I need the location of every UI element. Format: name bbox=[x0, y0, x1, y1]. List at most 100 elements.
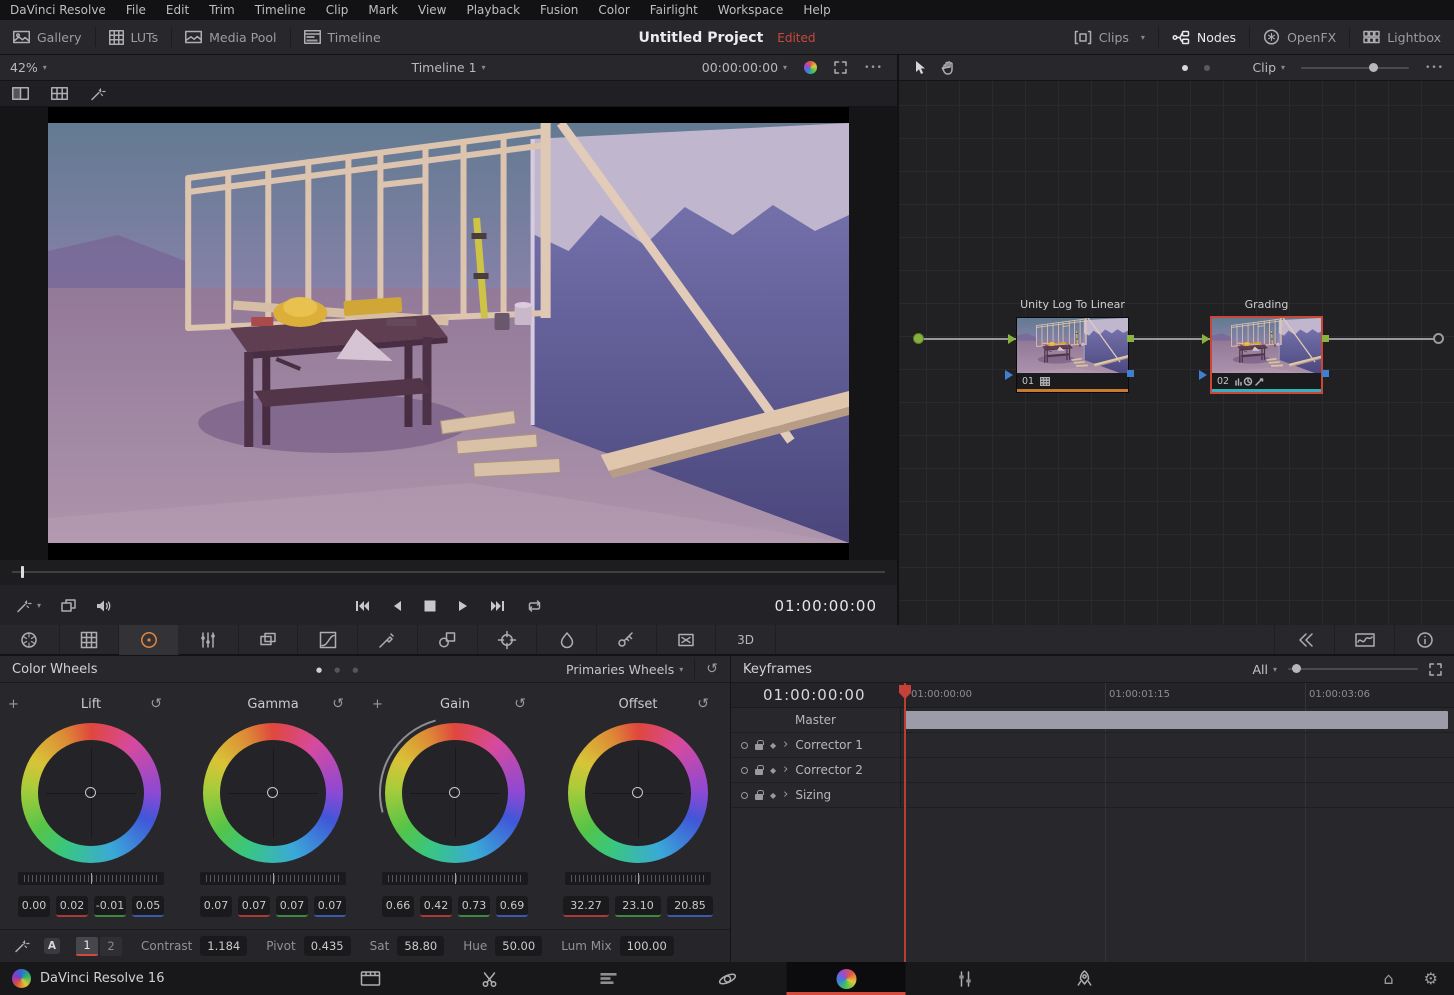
scopes-icon[interactable] bbox=[1334, 625, 1394, 655]
node-level-select[interactable]: Clip ▾ bbox=[1252, 60, 1285, 75]
keyframe-diamond-icon[interactable]: ◆ bbox=[770, 766, 776, 775]
reset-icon[interactable]: ↺ bbox=[697, 696, 709, 712]
node-01-key-output[interactable] bbox=[1127, 370, 1134, 377]
node-tree-output-port[interactable] bbox=[1433, 333, 1444, 344]
page-fusion[interactable] bbox=[668, 962, 787, 995]
wheel-indicator[interactable] bbox=[632, 787, 643, 798]
source-input-port[interactable] bbox=[913, 333, 924, 344]
node-01-rgb-input[interactable] bbox=[1008, 334, 1016, 344]
crosshair-icon[interactable]: + bbox=[8, 697, 19, 712]
page-dot[interactable]: ● bbox=[334, 666, 340, 674]
luts-button[interactable]: LUTs bbox=[96, 20, 172, 55]
motion-effects-tool[interactable] bbox=[239, 625, 299, 655]
pointer-tool-icon[interactable] bbox=[915, 60, 927, 75]
skip-end-button[interactable] bbox=[490, 599, 505, 613]
grid-view-icon[interactable] bbox=[51, 87, 68, 100]
keyframe-diamond-icon[interactable]: ◆ bbox=[770, 741, 776, 750]
page-dot[interactable]: ● bbox=[352, 666, 358, 674]
gamma-value-g[interactable]: 0.07 bbox=[276, 896, 308, 917]
gain-value-g[interactable]: 0.73 bbox=[458, 896, 490, 917]
menu-trim[interactable]: Trim bbox=[199, 0, 245, 20]
media-pool-button[interactable]: Media Pool bbox=[172, 20, 289, 55]
keyframes-zoom-slider[interactable] bbox=[1288, 668, 1418, 670]
openfx-button[interactable]: OpenFX bbox=[1250, 20, 1349, 55]
more-options-icon[interactable]: ••• bbox=[864, 63, 883, 73]
lift-color-wheel[interactable] bbox=[21, 723, 161, 863]
node-zoom-slider[interactable] bbox=[1301, 67, 1409, 69]
adjust-page-2-tab[interactable]: 2 bbox=[100, 937, 122, 956]
keyframe-diamond-icon[interactable]: ◆ bbox=[770, 791, 776, 800]
sizing-tool[interactable] bbox=[657, 625, 717, 655]
expand-track-icon[interactable]: › bbox=[783, 790, 788, 800]
page-dot-active[interactable]: ● bbox=[316, 666, 322, 674]
node-zoom-knob[interactable] bbox=[1369, 63, 1378, 72]
node-01-rgb-output[interactable] bbox=[1127, 335, 1134, 342]
lock-icon[interactable] bbox=[755, 794, 763, 800]
viewer-zoom-select[interactable]: 42% ▾ bbox=[0, 60, 47, 75]
history-reset-icon[interactable]: ↺ bbox=[706, 661, 718, 677]
lift-value-y[interactable]: 0.00 bbox=[18, 896, 50, 917]
menu-fusion[interactable]: Fusion bbox=[530, 0, 588, 20]
more-options-icon[interactable]: ••• bbox=[1425, 63, 1444, 73]
curves-tool[interactable] bbox=[298, 625, 358, 655]
scrub-track[interactable] bbox=[12, 571, 885, 573]
menu-view[interactable]: View bbox=[408, 0, 456, 20]
sat-value[interactable]: 58.80 bbox=[397, 936, 444, 956]
node-view-dot-active[interactable] bbox=[1182, 65, 1188, 71]
keyframe-track-master[interactable]: Master bbox=[731, 708, 1454, 733]
offset-master-slider[interactable] bbox=[565, 872, 711, 885]
gain-value-r[interactable]: 0.42 bbox=[420, 896, 452, 917]
menu-file[interactable]: File bbox=[116, 0, 156, 20]
blur-tool[interactable] bbox=[537, 625, 597, 655]
menu-timeline[interactable]: Timeline bbox=[245, 0, 316, 20]
key-tool[interactable] bbox=[597, 625, 657, 655]
gamma-value-r[interactable]: 0.07 bbox=[238, 896, 270, 917]
timeline-button[interactable]: Timeline bbox=[291, 20, 394, 55]
page-edit[interactable] bbox=[549, 962, 668, 995]
track-enable-icon[interactable] bbox=[741, 767, 748, 774]
keyframes-zoom-knob[interactable] bbox=[1292, 664, 1301, 673]
menu-clip[interactable]: Clip bbox=[316, 0, 359, 20]
hue-value[interactable]: 50.00 bbox=[495, 936, 542, 956]
lightbox-button[interactable]: Lightbox bbox=[1350, 20, 1454, 55]
qualifier-tool[interactable] bbox=[358, 625, 418, 655]
node-01[interactable]: 01 bbox=[1016, 317, 1129, 393]
node-02-key-input[interactable] bbox=[1199, 370, 1207, 380]
lock-icon[interactable] bbox=[755, 744, 763, 750]
lift-master-slider[interactable] bbox=[18, 872, 164, 885]
keyframe-track-sizing[interactable]: ◆ › Sizing bbox=[731, 783, 1454, 808]
clips-button[interactable]: Clips ▾ bbox=[1061, 20, 1158, 55]
menu-help[interactable]: Help bbox=[793, 0, 840, 20]
gallery-button[interactable]: Gallery bbox=[0, 20, 95, 55]
node-graph-canvas[interactable]: Unity Log To Linear 01 Grading 02 bbox=[899, 81, 1454, 625]
lum-mix-value[interactable]: 100.00 bbox=[620, 936, 674, 956]
node-01-key-input[interactable] bbox=[1005, 370, 1013, 380]
node-02-rgb-input[interactable] bbox=[1202, 334, 1210, 344]
expand-track-icon[interactable]: › bbox=[783, 740, 788, 750]
menu-color[interactable]: Color bbox=[588, 0, 639, 20]
page-fairlight[interactable] bbox=[906, 962, 1025, 995]
home-icon[interactable]: ⌂ bbox=[1384, 969, 1394, 988]
camera-raw-tool[interactable] bbox=[0, 625, 60, 655]
offset-color-wheel[interactable] bbox=[568, 723, 708, 863]
color-match-tool[interactable] bbox=[60, 625, 120, 655]
master-track-band[interactable] bbox=[905, 711, 1448, 729]
page-media[interactable] bbox=[311, 962, 430, 995]
keyframe-track-corrector2[interactable]: ◆ › Corrector 2 bbox=[731, 758, 1454, 783]
page-cut[interactable] bbox=[430, 962, 549, 995]
lift-value-b[interactable]: 0.05 bbox=[132, 896, 164, 917]
wheel-indicator[interactable] bbox=[449, 787, 460, 798]
expand-icon[interactable] bbox=[1429, 663, 1442, 676]
stereo-3d-tool[interactable]: 3D bbox=[716, 625, 776, 655]
auto-color-wand-button[interactable]: ▾ bbox=[16, 599, 41, 613]
collapse-panels-icon[interactable] bbox=[1274, 625, 1334, 655]
tracker-tool[interactable] bbox=[478, 625, 538, 655]
nodes-button[interactable]: Nodes bbox=[1159, 20, 1249, 55]
gain-value-y[interactable]: 0.66 bbox=[382, 896, 414, 917]
scrub-playhead[interactable] bbox=[21, 566, 24, 578]
expand-track-icon[interactable]: › bbox=[783, 765, 788, 775]
gain-color-wheel[interactable] bbox=[385, 723, 525, 863]
menu-playback[interactable]: Playback bbox=[456, 0, 530, 20]
reset-icon[interactable]: ↺ bbox=[150, 696, 162, 712]
split-compare-icon[interactable] bbox=[12, 87, 29, 100]
